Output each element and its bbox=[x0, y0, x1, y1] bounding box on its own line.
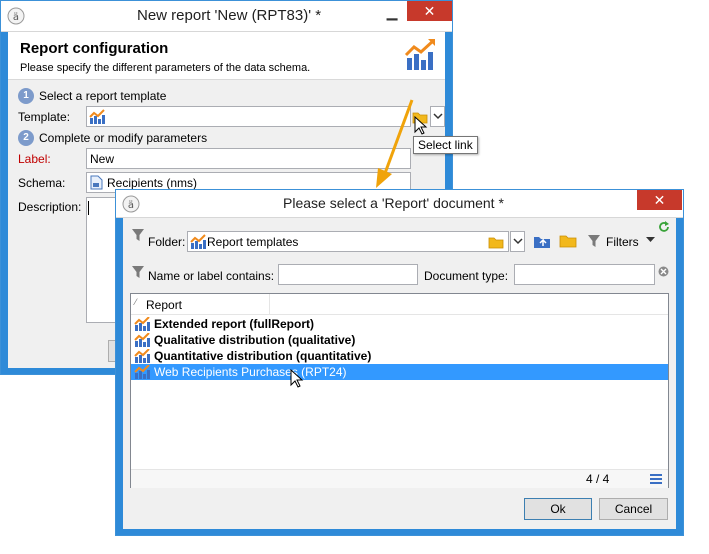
text-cursor bbox=[88, 201, 89, 215]
list-item-label: Web Recipients Purchases (RPT24) bbox=[154, 365, 347, 379]
doctype-label: Document type: bbox=[424, 269, 509, 283]
document-list: ⁄ Report Extended report (fullReport) Qu… bbox=[130, 293, 669, 488]
report-item-icon bbox=[134, 317, 150, 331]
folder-chevron-down-icon bbox=[513, 238, 523, 245]
list-footer: 4 / 4 bbox=[131, 469, 668, 488]
column-header-report[interactable]: Report bbox=[146, 298, 182, 312]
annotation-arrow-icon bbox=[376, 99, 414, 188]
report-header-subtitle: Please specify the different parameters … bbox=[20, 62, 311, 74]
list-item-label: Extended report (fullReport) bbox=[154, 317, 315, 331]
filters-dropdown-icon[interactable] bbox=[646, 237, 655, 243]
list-item-selected[interactable]: Web Recipients Purchases (RPT24) bbox=[131, 364, 668, 380]
report-header: Report configuration Please specify the … bbox=[8, 32, 445, 80]
list-count: 4 / 4 bbox=[586, 472, 610, 486]
folder-browse-icon[interactable] bbox=[488, 235, 504, 249]
folder-label: Folder: bbox=[148, 235, 186, 249]
label-input-value: New bbox=[90, 152, 115, 166]
select-document-dialog: ä Please select a 'Report' document * ✕ … bbox=[115, 189, 684, 536]
selection-cursor-icon bbox=[290, 369, 304, 388]
schema-label: Schema: bbox=[18, 176, 66, 190]
label-input[interactable]: New bbox=[86, 148, 411, 169]
svg-text:ä: ä bbox=[128, 200, 134, 211]
list-item[interactable]: Extended report (fullReport) bbox=[131, 316, 668, 332]
report-item-icon bbox=[134, 349, 150, 363]
report-header-title: Report configuration bbox=[20, 40, 169, 57]
template-report-icon bbox=[89, 109, 105, 124]
template-label: Template: bbox=[18, 110, 71, 124]
step-2-label: Complete or modify parameters bbox=[39, 131, 208, 145]
open-folder-icon[interactable] bbox=[559, 233, 577, 249]
label-field-label: Label: bbox=[18, 152, 51, 166]
folder-field[interactable]: Report templates bbox=[187, 231, 509, 252]
step-2-badge: 2 bbox=[18, 130, 34, 146]
step-1-badge: 1 bbox=[18, 88, 34, 104]
list-item[interactable]: Qualitative distribution (qualitative) bbox=[131, 332, 668, 348]
column-divider[interactable] bbox=[269, 294, 270, 314]
template-dropdown-button[interactable] bbox=[430, 106, 445, 127]
minimize-button[interactable]: ▁ bbox=[379, 3, 405, 23]
select-link-tooltip: Select link bbox=[413, 136, 478, 154]
list-item-label: Qualitative distribution (qualitative) bbox=[154, 333, 356, 347]
folder-dropdown-button[interactable] bbox=[510, 231, 525, 252]
report-item-icon bbox=[134, 333, 150, 347]
schema-document-icon bbox=[90, 175, 103, 190]
folder-up-icon[interactable] bbox=[533, 233, 551, 249]
folder-report-icon bbox=[190, 234, 206, 249]
filters-button[interactable]: Filters bbox=[606, 235, 639, 249]
dialog-client: Folder: Report templates Filters Name or… bbox=[123, 218, 676, 529]
list-item[interactable]: Quantitative distribution (quantitative) bbox=[131, 348, 668, 364]
name-filter-input[interactable] bbox=[278, 264, 418, 285]
name-filter-label: Name or label contains: bbox=[148, 269, 275, 283]
dialog-app-logo-icon: ä bbox=[122, 195, 140, 213]
description-label: Description: bbox=[18, 200, 82, 214]
dialog-close-button[interactable]: ✕ bbox=[637, 190, 682, 210]
folder-field-value: Report templates bbox=[207, 235, 299, 249]
schema-field-value: Recipients (nms) bbox=[107, 176, 198, 190]
list-menu-icon[interactable] bbox=[650, 474, 662, 484]
app-logo-icon: ä bbox=[7, 7, 25, 25]
step-1-label: Select a report template bbox=[39, 89, 167, 103]
report-chart-icon bbox=[404, 39, 435, 70]
svg-text:ä: ä bbox=[13, 12, 19, 23]
name-filter-funnel-icon bbox=[132, 266, 144, 278]
list-header: ⁄ Report bbox=[131, 294, 668, 315]
close-button[interactable]: ✕ bbox=[407, 1, 452, 21]
report-window-titlebar[interactable]: ä New report 'New (RPT83)' * ▁ ✕ bbox=[1, 1, 452, 32]
doctype-input[interactable] bbox=[514, 264, 655, 285]
filters-funnel-icon bbox=[588, 235, 600, 247]
chevron-down-icon bbox=[433, 113, 443, 120]
clear-filter-icon[interactable] bbox=[658, 266, 669, 277]
refresh-icon[interactable] bbox=[658, 221, 670, 233]
report-item-icon bbox=[134, 365, 150, 379]
report-window-title: New report 'New (RPT83)' * bbox=[137, 7, 322, 24]
ok-button[interactable]: Ok bbox=[524, 498, 592, 520]
cancel-button[interactable]: Cancel bbox=[599, 498, 668, 520]
template-field[interactable] bbox=[86, 106, 411, 127]
sort-indicator-icon: ⁄ bbox=[135, 297, 137, 307]
filter-funnel-icon bbox=[132, 229, 144, 241]
dialog-title: Please select a 'Report' document * bbox=[283, 195, 504, 211]
list-item-label: Quantitative distribution (quantitative) bbox=[154, 349, 372, 363]
